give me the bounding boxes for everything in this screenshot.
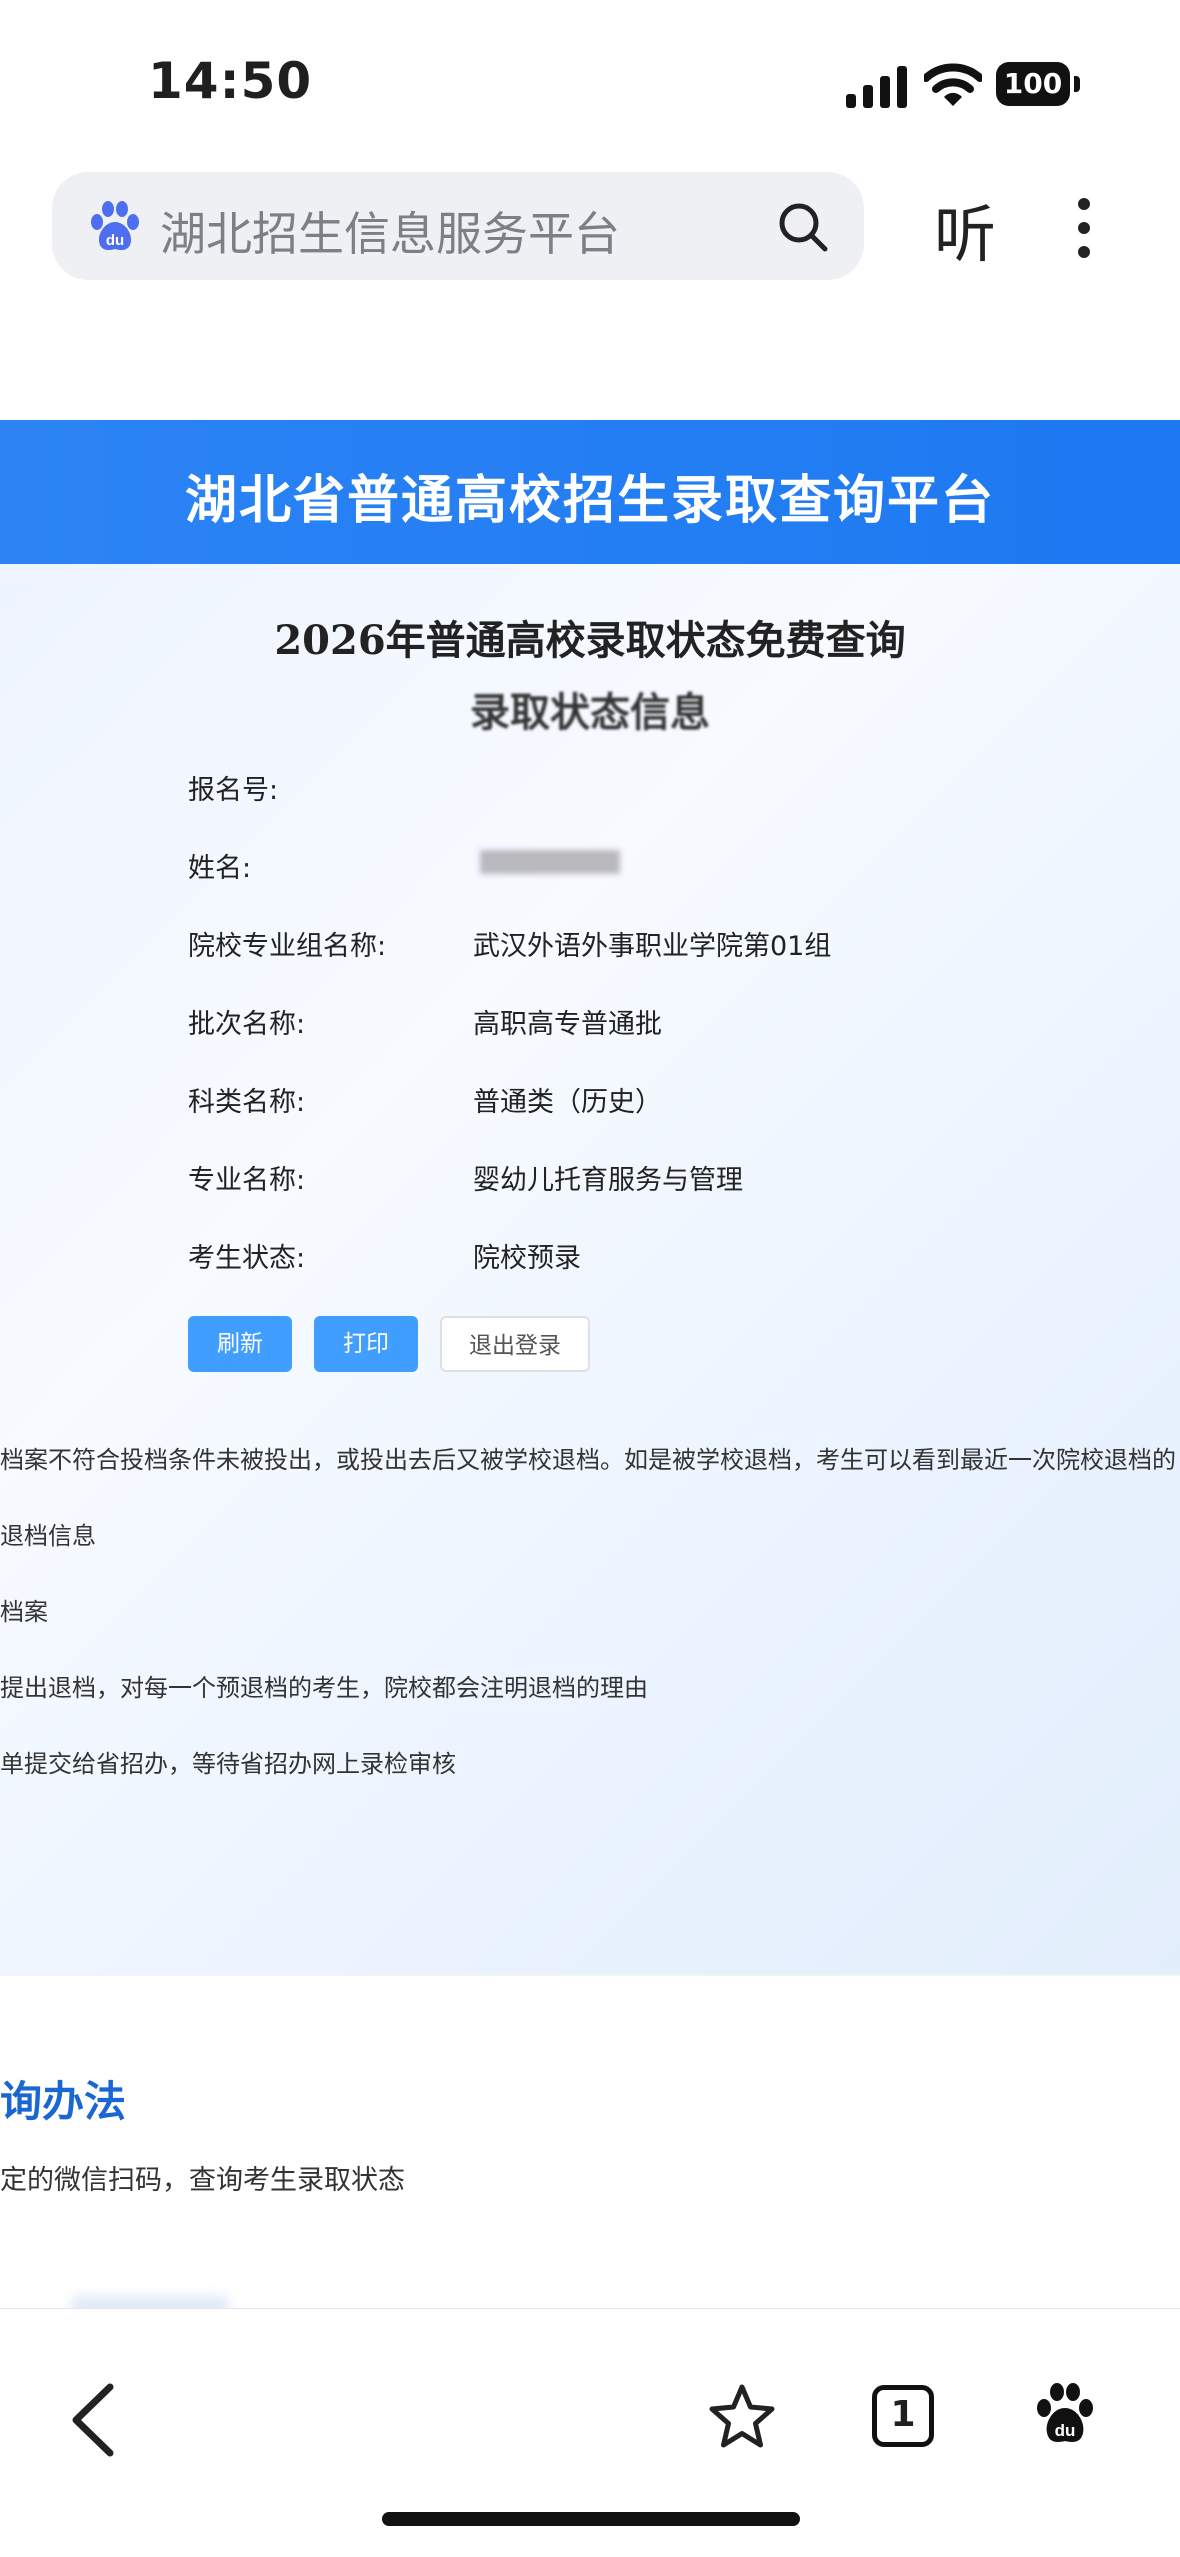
redacted-name [480,850,620,874]
field-value: 高职高专普通批 [473,1009,662,1040]
field-label: 姓名: [188,853,252,884]
query-method-text: 定的微信扫码，查询考生录取状态 [0,2165,405,2196]
info-title: 录取状态信息 [470,689,710,736]
note-line: 档案 [0,1598,48,1626]
listen-button[interactable]: 听 [934,184,996,274]
query-method-title: 询办法 [0,2077,127,2126]
status-time: 14:50 [148,52,313,110]
baidu-logo-icon: du [91,201,139,251]
field-label: 院校专业组名称: [188,931,387,962]
browser-search-bar[interactable]: du 湖北招生信息服务平台 [52,172,864,280]
more-options-icon[interactable] [1072,196,1096,260]
field-registration-number: 报名号: [188,768,1088,818]
search-query-text[interactable]: 湖北招生信息服务平台 [160,198,620,264]
result-panel: 2026年普通高校录取状态免费查询 录取状态信息 报名号: 姓名: 院校专业组名… [0,564,1180,1974]
field-label: 批次名称: [188,1009,306,1040]
field-label: 科类名称: [188,1087,306,1118]
field-label: 考生状态: [188,1243,306,1274]
print-button[interactable]: 打印 [314,1316,418,1372]
status-bar: 14:50 100 [0,0,1180,160]
refresh-button[interactable]: 刷新 [188,1316,292,1372]
note-line: 提出退档，对每一个预退档的考生，院校都会注明退档的理由 [0,1674,648,1702]
field-batch: 批次名称: 高职高专普通批 [188,1002,1088,1052]
note-line: 档案不符合投档条件未被投出，或投出去后又被学校退档。如是被学校退档，考生可以看到… [0,1446,1176,1474]
field-value: 院校预录 [473,1243,581,1274]
battery-level: 100 [1003,67,1063,100]
field-status: 考生状态: 院校预录 [188,1236,1088,1286]
cellular-signal-icon [846,66,907,108]
field-name: 姓名: [188,846,1088,896]
svg-text:du: du [106,232,124,249]
bookmark-star-icon[interactable] [708,2383,776,2451]
svg-text:du: du [1055,2421,1076,2440]
field-value: 婴幼儿托育服务与管理 [473,1165,743,1196]
field-value: 普通类（历史） [473,1087,662,1118]
tab-count: 1 [890,2394,916,2435]
field-label: 专业名称: [188,1165,306,1196]
field-label: 报名号: [188,775,279,806]
section-divider [0,1974,1180,1976]
home-indicator [382,2512,800,2526]
banner-title: 湖北省普通高校招生录取查询平台 [184,471,995,531]
note-line: 单提交给省招办，等待省招办网上录检审核 [0,1750,456,1778]
wifi-icon [924,63,982,106]
field-major-group: 院校专业组名称: 武汉外语外事职业学院第01组 [188,924,1088,974]
field-major: 专业名称: 婴幼儿托育服务与管理 [188,1158,1088,1208]
note-line: 退档信息 [0,1522,96,1550]
field-value: 武汉外语外事职业学院第01组 [473,931,832,962]
logout-button[interactable]: 退出登录 [440,1316,590,1372]
search-icon[interactable] [776,200,830,254]
web-page-content: 湖北省普通高校招生录取查询平台 2026年普通高校录取状态免费查询 录取状态信息… [0,420,1180,1976]
header-banner: 湖北省普通高校招生录取查询平台 [0,420,1180,564]
battery-icon: 100 [996,62,1080,108]
field-category: 科类名称: 普通类（历史） [188,1080,1088,1130]
query-title: 2026年普通高校录取状态免费查询 [274,617,906,664]
baidu-home-icon[interactable]: du [1034,2381,1096,2447]
tabs-icon[interactable]: 1 [872,2385,934,2447]
back-arrow-icon[interactable] [66,2381,118,2459]
